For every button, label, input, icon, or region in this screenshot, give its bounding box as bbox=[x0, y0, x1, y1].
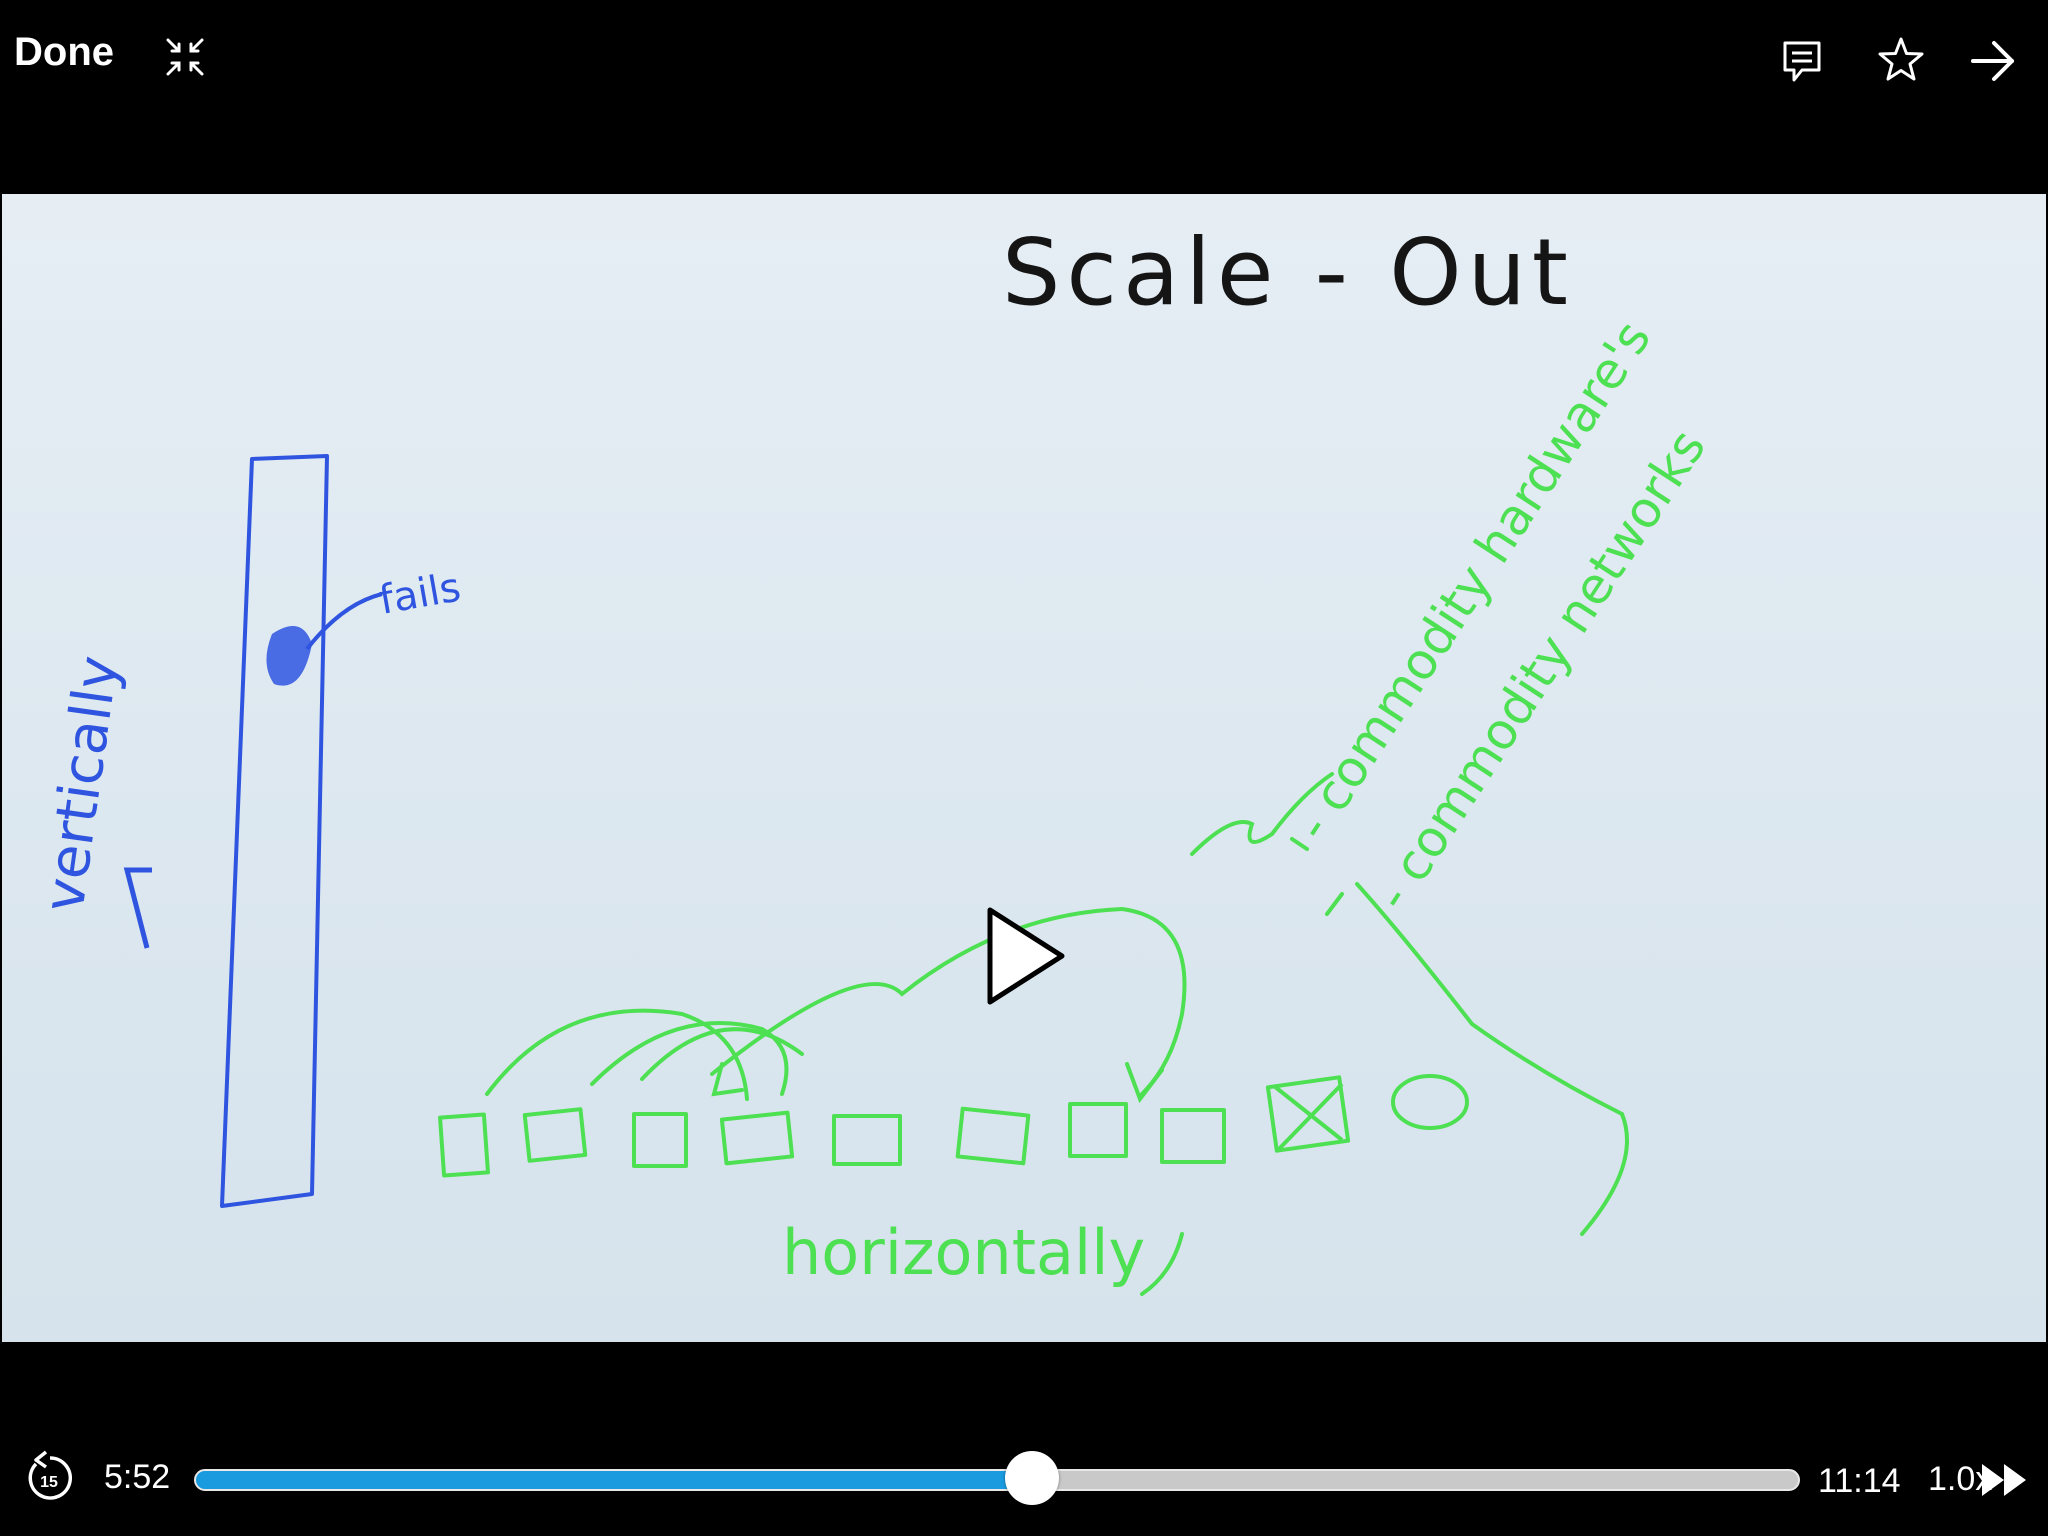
duration-time: 11:14 bbox=[1818, 1462, 1901, 1500]
whiteboard-drawing: Scale - Out fails vertically horizontall… bbox=[31, 219, 1717, 1296]
arrow-right-icon[interactable] bbox=[1970, 38, 2016, 84]
vertical-server-rect bbox=[220, 454, 329, 1208]
label-fails: fails bbox=[376, 564, 464, 623]
done-button[interactable]: Done bbox=[14, 30, 114, 75]
horizontal-servers bbox=[438, 1074, 1469, 1178]
elapsed-time: 5:52 bbox=[104, 1458, 171, 1496]
video-frame[interactable]: Scale - Out fails vertically horizontall… bbox=[2, 194, 2046, 1342]
label-vertically: vertically bbox=[31, 652, 131, 916]
label-horizontally: horizontally bbox=[782, 1216, 1145, 1289]
scrubber-thumb[interactable] bbox=[1005, 1451, 1060, 1505]
progress-fill bbox=[196, 1471, 1033, 1489]
star-icon[interactable] bbox=[1878, 36, 1924, 82]
play-icon[interactable] bbox=[984, 904, 1068, 1008]
progress-track[interactable] bbox=[194, 1469, 1800, 1491]
svg-text:15: 15 bbox=[40, 1474, 58, 1491]
comment-icon[interactable] bbox=[1780, 38, 1824, 86]
fail-mark bbox=[266, 626, 312, 686]
top-bar: Done bbox=[0, 0, 2048, 120]
title-scale-out: Scale - Out bbox=[1002, 219, 1574, 326]
collapse-icon[interactable] bbox=[164, 36, 206, 78]
fast-forward-icon[interactable] bbox=[1980, 1462, 2028, 1498]
skip-back-15-icon[interactable]: 15 bbox=[24, 1450, 74, 1504]
